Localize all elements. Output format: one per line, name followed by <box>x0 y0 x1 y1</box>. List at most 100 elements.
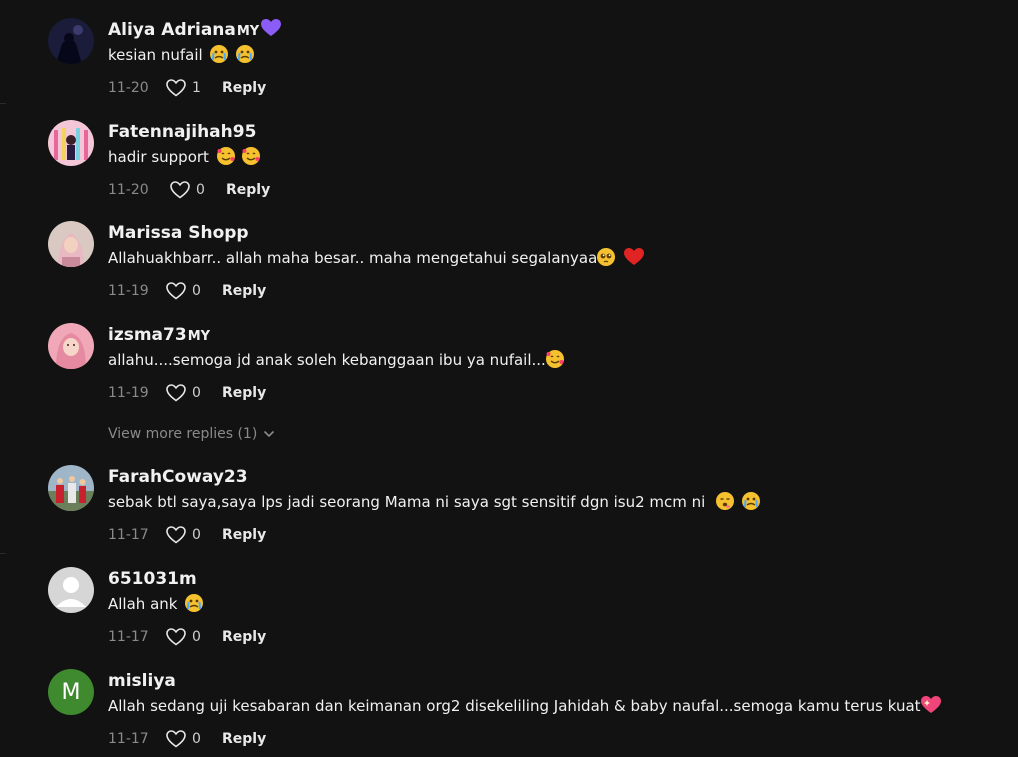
comment-text-content: sebak btl saya,saya lps jadi seorang Mam… <box>108 493 706 511</box>
country-badge: MY <box>236 24 260 39</box>
comment-text: Allah ank <box>108 593 204 615</box>
heart-outline-icon[interactable] <box>166 282 186 300</box>
avatar-image-hijab-woman <box>48 221 94 267</box>
comment-item: Fatennajihah95 hadir support 11-20 0 Rep… <box>48 120 1008 210</box>
crying-face-icon <box>741 492 760 510</box>
username[interactable]: Aliya AdrianaMY <box>108 18 282 44</box>
chevron-down-icon[interactable] <box>263 430 275 438</box>
heart-outline-icon[interactable] <box>170 181 190 199</box>
username[interactable]: Fatennajihah95 <box>108 120 256 144</box>
comment-item: izsma73MY allahu....semoga jd anak soleh… <box>48 323 1008 413</box>
username[interactable]: misliya <box>108 669 176 693</box>
view-more-replies-label[interactable]: View more replies (1) <box>108 426 257 442</box>
avatar[interactable] <box>48 120 94 166</box>
smiling-hearts-face-icon <box>242 147 261 165</box>
like-button[interactable]: 0 <box>166 384 208 402</box>
avatar-image-outdoor-group <box>48 465 94 511</box>
username-text[interactable]: misliya <box>108 671 176 691</box>
avatar[interactable] <box>48 18 94 64</box>
username-text[interactable]: Aliya Adriana <box>108 20 236 40</box>
like-count: 0 <box>196 182 205 198</box>
avatar-image-silhouette <box>48 18 94 64</box>
reply-button[interactable]: Reply <box>222 731 266 747</box>
country-badge: MY <box>187 329 211 344</box>
comment-date: 11-19 <box>108 385 149 401</box>
avatar-letter: M <box>61 679 81 705</box>
username-text[interactable]: Fatennajihah95 <box>108 122 256 142</box>
like-button[interactable]: 0 <box>166 282 208 300</box>
comment-date: 11-20 <box>108 80 149 96</box>
heart-outline-icon[interactable] <box>166 526 186 544</box>
comment-meta: 11-20 0 Reply <box>108 178 270 202</box>
avatar[interactable] <box>48 323 94 369</box>
sparkling-heart-icon <box>920 696 941 713</box>
comment-text: allahu....semoga jd anak soleh kebanggaa… <box>108 349 564 371</box>
comment-text-content: Allah sedang uji kesabaran dan keimanan … <box>108 697 921 715</box>
comment-text: Allahuakhbarr.. allah maha besar.. maha … <box>108 247 645 269</box>
username[interactable]: FarahCoway23 <box>108 465 248 489</box>
comment-meta: 11-17 0 Reply <box>108 625 266 649</box>
comment-meta: 11-17 0 Reply <box>108 727 266 751</box>
smiling-hearts-face-icon <box>545 350 564 368</box>
reply-button[interactable]: Reply <box>222 385 266 401</box>
default-user-icon <box>48 567 94 613</box>
reply-button[interactable]: Reply <box>222 629 266 645</box>
reply-button[interactable]: Reply <box>222 527 266 543</box>
like-button[interactable]: 0 <box>170 181 212 199</box>
like-count: 0 <box>192 385 201 401</box>
username[interactable]: 651031m <box>108 567 197 591</box>
comment-meta: 11-17 0 Reply <box>108 523 266 547</box>
username-text[interactable]: FarahCoway23 <box>108 467 248 487</box>
like-count: 1 <box>192 80 201 96</box>
comment-item: FarahCoway23 sebak btl saya,saya lps jad… <box>48 465 1008 555</box>
comment-date: 11-20 <box>108 182 149 198</box>
crying-face-icon <box>236 45 255 63</box>
comment-meta: 11-20 1 Reply <box>108 76 266 100</box>
comment-meta: 11-19 0 Reply <box>108 381 266 405</box>
red-heart-icon <box>624 248 645 265</box>
comment-text-content: Allah ank <box>108 595 178 613</box>
crying-face-icon <box>185 594 204 612</box>
avatar-image-pink-portrait <box>48 323 94 369</box>
like-button[interactable]: 0 <box>166 628 208 646</box>
like-button[interactable]: 0 <box>166 526 208 544</box>
like-button[interactable]: 1 <box>166 79 208 97</box>
like-count: 0 <box>192 527 201 543</box>
comment-text: hadir support <box>108 146 261 168</box>
comment-text-content: Allahuakhbarr.. allah maha besar.. maha … <box>108 249 598 267</box>
crying-face-icon <box>210 45 229 63</box>
avatar[interactable]: M <box>48 669 94 715</box>
view-more-replies-button[interactable]: View more replies (1) <box>108 424 275 444</box>
username-text[interactable]: izsma73 <box>108 325 187 345</box>
heart-outline-icon[interactable] <box>166 730 186 748</box>
comment-item: Aliya AdrianaMY kesian nufail 11-20 1 Re… <box>48 18 1008 108</box>
comment-date: 11-17 <box>108 731 149 747</box>
heart-outline-icon[interactable] <box>166 384 186 402</box>
heart-outline-icon[interactable] <box>166 628 186 646</box>
reply-button[interactable]: Reply <box>222 80 266 96</box>
divider <box>0 103 6 104</box>
divider <box>0 553 6 554</box>
hot-face-icon <box>716 492 735 510</box>
like-count: 0 <box>192 629 201 645</box>
like-button[interactable]: 0 <box>166 730 208 748</box>
comment-text-content: kesian nufail <box>108 46 203 64</box>
comment-text: sebak btl saya,saya lps jadi seorang Mam… <box>108 491 760 513</box>
like-count: 0 <box>192 283 201 299</box>
avatar-image-pink-gate <box>48 120 94 166</box>
like-count: 0 <box>192 731 201 747</box>
username[interactable]: Marissa Shopp <box>108 221 249 245</box>
comment-item: 651031m Allah ank 11-17 0 Reply <box>48 567 1008 657</box>
comment-text-content: hadir support <box>108 148 209 166</box>
avatar[interactable] <box>48 465 94 511</box>
username[interactable]: izsma73MY <box>108 323 210 349</box>
username-text[interactable]: 651031m <box>108 569 197 589</box>
comment-text-content: allahu....semoga jd anak soleh kebanggaa… <box>108 351 546 369</box>
smiling-hearts-face-icon <box>216 147 235 165</box>
avatar[interactable] <box>48 221 94 267</box>
reply-button[interactable]: Reply <box>222 283 266 299</box>
heart-outline-icon[interactable] <box>166 79 186 97</box>
reply-button[interactable]: Reply <box>226 182 270 198</box>
username-text[interactable]: Marissa Shopp <box>108 223 249 243</box>
avatar[interactable] <box>48 567 94 613</box>
